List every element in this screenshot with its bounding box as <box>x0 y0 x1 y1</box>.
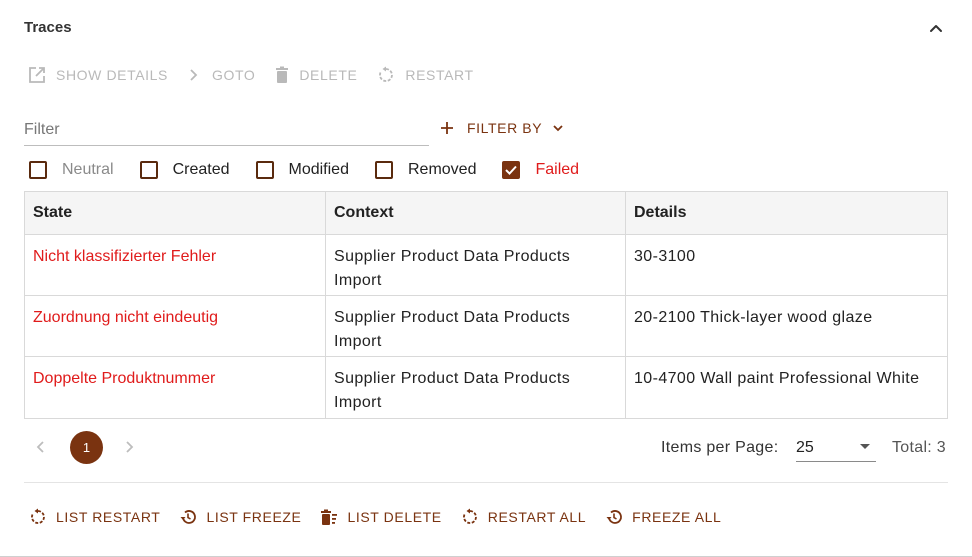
checkbox-label: Modified <box>288 161 349 178</box>
restart-button[interactable]: RESTART <box>377 66 473 84</box>
delete-label: DELETE <box>299 67 358 83</box>
items-per-page-label: Items per Page: <box>661 439 779 456</box>
panel-title: Traces <box>24 19 72 36</box>
state-cell: Doppelte Produktnummer <box>25 357 326 418</box>
details-cell: 30-3100 <box>634 248 696 265</box>
items-per-page-select[interactable]: 25 <box>796 434 876 462</box>
filter-modified-checkbox[interactable]: Modified <box>255 161 349 179</box>
restart-icon <box>379 66 394 82</box>
checkbox-box <box>255 161 274 179</box>
freeze-all-button[interactable]: FREEZE ALL <box>605 508 721 526</box>
list-delete-label: LIST DELETE <box>347 509 442 525</box>
filter-by-button[interactable]: FILTER BY <box>440 117 565 139</box>
filter-neutral-checkbox[interactable]: Neutral <box>29 161 114 179</box>
list-freeze-label: LIST FREEZE <box>206 509 302 525</box>
chevron-down-icon <box>553 125 563 132</box>
history-icon <box>180 510 197 524</box>
restart-icon <box>31 508 45 524</box>
traces-table: State Context Details Nicht klassifizier… <box>24 191 948 419</box>
chevron-left-icon <box>36 441 44 453</box>
list-restart-label: LIST RESTART <box>56 509 161 525</box>
list-delete-button[interactable]: LIST DELETE <box>320 508 441 526</box>
restart-icon <box>462 508 477 524</box>
chevron-up-icon <box>930 25 942 32</box>
items-per-page-value: 25 <box>796 439 814 456</box>
freeze-all-label: FREEZE ALL <box>632 509 722 525</box>
chevron-right-icon <box>190 69 198 81</box>
checkbox-label: Removed <box>407 161 477 178</box>
next-page-button[interactable] <box>122 439 136 460</box>
table-row[interactable]: Zuordnung nicht eindeutig Supplier Produ… <box>25 296 947 357</box>
checkbox-label: Failed <box>535 161 580 178</box>
checkbox-box <box>139 161 158 179</box>
column-header-context[interactable]: Context <box>326 192 626 234</box>
list-freeze-button[interactable]: LIST FREEZE <box>179 508 301 526</box>
filter-by-label: FILTER BY <box>467 120 543 136</box>
open-in-new-icon <box>29 67 45 83</box>
filter-failed-checkbox[interactable]: Failed <box>502 161 579 179</box>
state-cell: Zuordnung nicht eindeutig <box>25 296 326 356</box>
restart-all-label: RESTART ALL <box>487 509 587 525</box>
state-filter-group: Neutral Created Modified Removed Failed <box>29 158 605 182</box>
goto-label: GOTO <box>211 67 256 83</box>
filter-field <box>24 116 429 146</box>
filter-input[interactable] <box>24 116 429 144</box>
history-icon <box>606 510 623 524</box>
state-cell: Nicht klassifizierter Fehler <box>25 235 326 295</box>
traces-panel: Traces SHOW DETAILS GOTO DELETE RESTART … <box>0 0 972 557</box>
dropdown-arrow-icon <box>860 444 870 449</box>
goto-button[interactable]: GOTO <box>188 67 255 83</box>
filter-created-checkbox[interactable]: Created <box>139 161 230 179</box>
details-cell: 10-4700 Wall paint Professional White <box>634 370 920 387</box>
chevron-right-icon <box>126 441 134 453</box>
table-row[interactable]: Doppelte Produktnummer Supplier Product … <box>25 357 947 418</box>
checkbox-label: Neutral <box>62 161 114 178</box>
checkmark-icon <box>505 165 518 175</box>
trace-toolbar: SHOW DETAILS GOTO DELETE RESTART <box>28 64 494 86</box>
plus-icon <box>441 122 453 134</box>
context-cell: Supplier Product Data Products Import <box>326 357 626 418</box>
show-details-button[interactable]: SHOW DETAILS <box>28 66 168 84</box>
list-actions: LIST RESTART LIST FREEZE LIST DELETE RES… <box>29 506 740 528</box>
checkbox-box <box>29 161 47 179</box>
show-details-label: SHOW DETAILS <box>56 67 168 83</box>
details-cell: 20-2100 Thick-layer wood glaze <box>634 309 873 326</box>
trash-icon <box>276 66 289 83</box>
table-row[interactable]: Nicht klassifizierter Fehler Supplier Pr… <box>25 235 947 296</box>
delete-sweep-icon <box>321 509 338 525</box>
delete-button[interactable]: DELETE <box>275 66 357 84</box>
pagination: 1 Items per Page: 25 Total: 3 <box>24 431 948 464</box>
page-1-button[interactable]: 1 <box>70 431 103 464</box>
prev-page-button[interactable] <box>34 439 48 460</box>
checkbox-box <box>374 161 393 179</box>
column-header-state[interactable]: State <box>25 192 326 234</box>
restart-label: RESTART <box>405 67 474 83</box>
divider <box>24 482 948 483</box>
table-header: State Context Details <box>25 192 947 235</box>
list-restart-button[interactable]: LIST RESTART <box>29 508 160 526</box>
collapse-button[interactable] <box>926 18 946 38</box>
column-header-details[interactable]: Details <box>626 192 947 234</box>
context-cell: Supplier Product Data Products Import <box>326 235 626 295</box>
checkbox-box <box>502 161 521 179</box>
checkbox-label: Created <box>172 161 230 178</box>
total-count: Total: 3 <box>892 439 946 456</box>
filter-removed-checkbox[interactable]: Removed <box>374 161 477 179</box>
restart-all-button[interactable]: RESTART ALL <box>461 508 586 526</box>
context-cell: Supplier Product Data Products Import <box>326 296 626 356</box>
